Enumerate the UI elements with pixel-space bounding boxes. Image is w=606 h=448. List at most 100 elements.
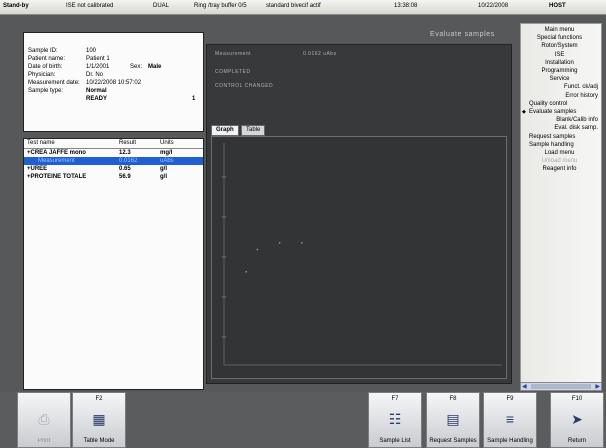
return-button[interactable]: F10 ➤ Return — [550, 392, 604, 448]
tab-graph[interactable]: Graph — [211, 125, 239, 136]
dob-row: Date of birth: 1/1/2001 Sex: Male — [28, 64, 198, 72]
physician-value: Dr. No — [86, 72, 104, 78]
test-units: g/l — [160, 174, 167, 180]
menu-item-error-history[interactable]: Error history — [521, 93, 601, 99]
physician-label: Physician: — [28, 72, 56, 78]
menu-scrollbar[interactable]: ◀ ▶ — [520, 382, 602, 391]
sample-status-number: 1 — [192, 96, 196, 102]
host-status[interactable]: HOST — [549, 3, 566, 9]
table-icon: ▦ — [92, 411, 106, 427]
menu-item-unload-menu: Unload menu — [541, 158, 578, 165]
sex-label: Sex: — [130, 64, 143, 70]
sample-type-label: Sample type: — [28, 88, 64, 94]
control-flag: CONTROL CHANGED — [215, 83, 274, 89]
function-key-text: Return — [567, 438, 586, 444]
sample-id-label: Sample ID: — [28, 48, 58, 54]
scroll-thumb[interactable] — [531, 384, 591, 389]
rack-icon: ▤ — [446, 411, 460, 427]
function-key-label: F9 — [506, 396, 514, 402]
message-area: Measurement 0.0162 uAbs COMPLETED CONTRO… — [207, 45, 511, 121]
reaction-graph — [211, 136, 507, 379]
function-key-label: F2 — [95, 396, 103, 402]
ise-status: ISE not calibrated — [66, 3, 114, 9]
tab-table[interactable]: Table — [241, 125, 266, 136]
header-units: Units — [160, 140, 174, 146]
sample-info-panel: Sample ID: 100 Patient name: Patient 1 D… — [23, 32, 204, 132]
test-name: +CREA JAFFE mono — [27, 150, 86, 156]
physician-row: Physician: Dr. No — [28, 72, 198, 80]
scroll-right-icon[interactable]: ▶ — [595, 383, 600, 390]
function-key-label: F10 — [571, 396, 583, 402]
sample-type-row: Sample type: Normal — [28, 88, 198, 96]
status-bar: Stand-by ISE not calibrated DUAL Ring /t… — [0, 0, 606, 15]
return-arrow-icon: ➤ — [571, 411, 583, 427]
menu-item-rotor-system[interactable]: Rotor/System — [521, 43, 601, 49]
menu-item-sample-handling[interactable]: Sample handling — [521, 142, 601, 148]
measurement-value: 0.0162 uAbs — [303, 51, 337, 57]
menu-item-service[interactable]: Service — [521, 76, 601, 82]
patient-name-value: Patient 1 — [86, 56, 110, 62]
measurement-display: Measurement 0.0162 uAbs COMPLETED CONTRO… — [206, 44, 512, 384]
menu-item-programming[interactable]: Programming — [521, 68, 601, 74]
table-row-selected[interactable]: Measurement 0.0162 uAbs — [24, 157, 203, 165]
test-units: g/l — [160, 166, 167, 172]
function-key-label: F8 — [449, 396, 457, 402]
measurement-date-value: 10/22/2008 10:57:02 — [86, 80, 142, 86]
test-name: +PROTEINE TOTALE — [27, 174, 87, 180]
menu-item-special-functions[interactable]: Special functions — [521, 35, 601, 41]
print-button: ⎙ Print — [17, 392, 71, 448]
sample-id-row: Sample ID: 100 — [28, 48, 198, 56]
dob-value: 1/1/2001 — [86, 64, 110, 70]
table-mode-button[interactable]: F2 ▦ Table Mode — [72, 392, 126, 448]
menu-item-evaluate-samples[interactable]: Evaluate samples — [521, 109, 601, 115]
function-key-text: Table Mode — [83, 438, 115, 444]
tubes-icon: ≡ — [505, 411, 515, 427]
instrument-state: Stand-by — [3, 3, 29, 9]
standard-status: standard bivecif actif — [266, 3, 321, 9]
function-key-bar: ⎙ Print F2 ▦ Table Mode F7 ☷ Sample List F8 ▤ Requ… — [0, 392, 606, 448]
completed-flag: COMPLETED — [215, 69, 251, 75]
sample-handling-button[interactable]: F9 ≡ Sample Handling — [483, 392, 537, 448]
menu-item-load-menu[interactable]: Load menu — [521, 150, 601, 156]
menu-item-reagent-info[interactable]: Reagent info — [521, 166, 601, 172]
measurement-date-label: Measurement date: — [28, 80, 80, 86]
menu-item-funct-ck-adj[interactable]: Funct. ck/adj — [521, 84, 601, 90]
table-row[interactable]: +CREA JAFFE mono 12.3 mg/l — [24, 149, 203, 157]
menu-item-quality-control[interactable]: Quality control — [521, 101, 601, 107]
test-name: +UREE — [27, 166, 48, 172]
function-key-text: Sample Handling — [487, 438, 533, 444]
menu-item-eval-disk-samp[interactable]: Eval. disk samp. — [521, 125, 601, 131]
menu-item-request-samples[interactable]: Request samples — [521, 134, 601, 140]
results-table: Test name Result Units +CREA JAFFE mono … — [23, 138, 204, 390]
patient-name-label: Patient name: — [28, 56, 66, 62]
sample-list-button[interactable]: F7 ☷ Sample List — [368, 392, 422, 448]
header-result: Result — [119, 140, 137, 146]
data-point — [300, 242, 303, 244]
function-key-label: F7 — [391, 396, 399, 402]
sex-value: Male — [148, 64, 162, 70]
navigation-menu: Main menu Special functions Rotor/System IS… — [520, 23, 602, 389]
dob-label: Date of birth: — [28, 64, 63, 70]
clock-time: 13:38:08 — [394, 3, 418, 9]
ring-status: Ring /tray buffer 0/5 — [194, 3, 247, 9]
function-key-text: Print — [37, 438, 51, 444]
function-key-text: Request Samples — [429, 438, 477, 444]
menu-item-main-menu[interactable]: Main menu — [521, 27, 601, 33]
request-samples-button[interactable]: F8 ▤ Request Samples — [426, 392, 480, 448]
scroll-left-icon[interactable]: ◀ — [522, 383, 527, 390]
menu-item-blank-calib-info[interactable]: Blank/Calib info — [521, 117, 601, 123]
menu-item-ise[interactable]: ISE — [521, 52, 601, 58]
printer-icon: ⎙ — [38, 411, 50, 427]
function-key-text: Sample List — [379, 438, 411, 444]
test-units: uAbs — [160, 158, 174, 164]
test-result: 56.9 — [119, 174, 131, 180]
test-result: 0.0162 — [119, 158, 138, 164]
table-row[interactable]: +UREE 0.65 g/l — [24, 165, 203, 173]
mode-status: DUAL — [153, 3, 170, 9]
sample-status-value: READY — [86, 96, 108, 102]
sample-type-value: Normal — [86, 88, 107, 94]
table-row[interactable]: +PROTEINE TOTALE 56.9 g/l — [24, 173, 203, 181]
test-result: 0.65 — [119, 166, 131, 172]
menu-item-installation[interactable]: Installation — [521, 60, 601, 66]
test-name: Measurement — [38, 158, 75, 164]
